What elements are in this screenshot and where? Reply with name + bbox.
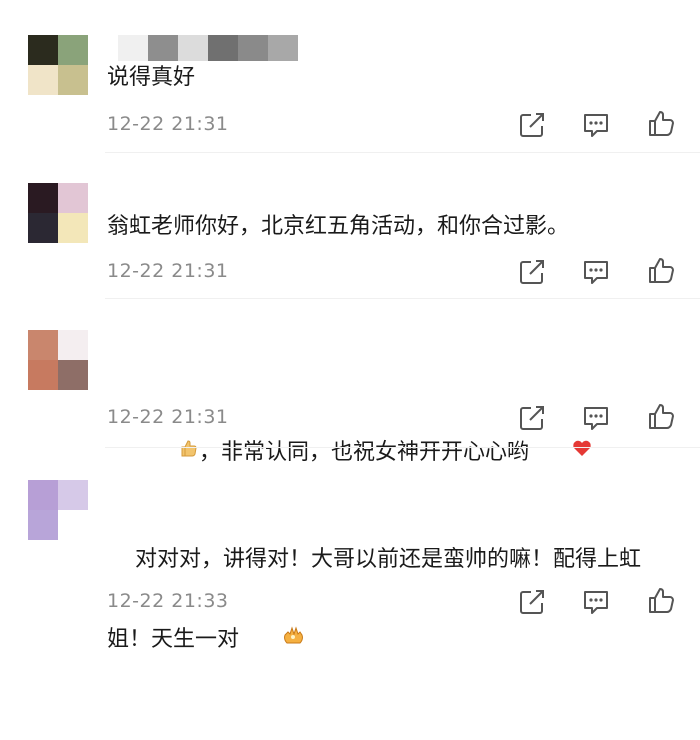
- ok-hand-emoji: [239, 580, 305, 700]
- comment-time: 12-22 21:31: [107, 260, 229, 282]
- reply-icon[interactable]: [581, 257, 611, 287]
- reply-icon[interactable]: [581, 587, 611, 617]
- avatar[interactable]: [28, 480, 88, 540]
- comment-text: 翁虹老师你好，北京红五角活动，和你合过影。: [107, 214, 570, 239]
- comment-time: 12-22 21:33: [107, 590, 229, 612]
- like-icon[interactable]: [646, 401, 676, 431]
- avatar[interactable]: [28, 183, 88, 243]
- share-icon[interactable]: [517, 110, 547, 140]
- reply-icon[interactable]: [581, 403, 611, 433]
- avatar[interactable]: [28, 35, 88, 95]
- comment-time: 12-22 21:31: [107, 406, 229, 428]
- avatar[interactable]: [28, 330, 88, 390]
- comment-time: 12-22 21:31: [107, 113, 229, 135]
- share-icon[interactable]: [517, 403, 547, 433]
- comment-text: 对对对，讲得对！大哥以前还是蛮帅的嘛！配得上虹姐！天生一对: [107, 500, 680, 740]
- like-icon[interactable]: [646, 585, 676, 615]
- share-icon[interactable]: [517, 587, 547, 617]
- like-icon[interactable]: [646, 255, 676, 285]
- divider: [105, 298, 700, 299]
- divider: [105, 152, 700, 153]
- comment-text-body: ，非常认同，也祝女神开开心心哟: [198, 440, 529, 465]
- share-icon[interactable]: [517, 257, 547, 287]
- like-icon[interactable]: [646, 108, 676, 138]
- reply-icon[interactable]: [581, 110, 611, 140]
- divider: [105, 447, 700, 448]
- comment-text: 说得真好: [107, 65, 196, 90]
